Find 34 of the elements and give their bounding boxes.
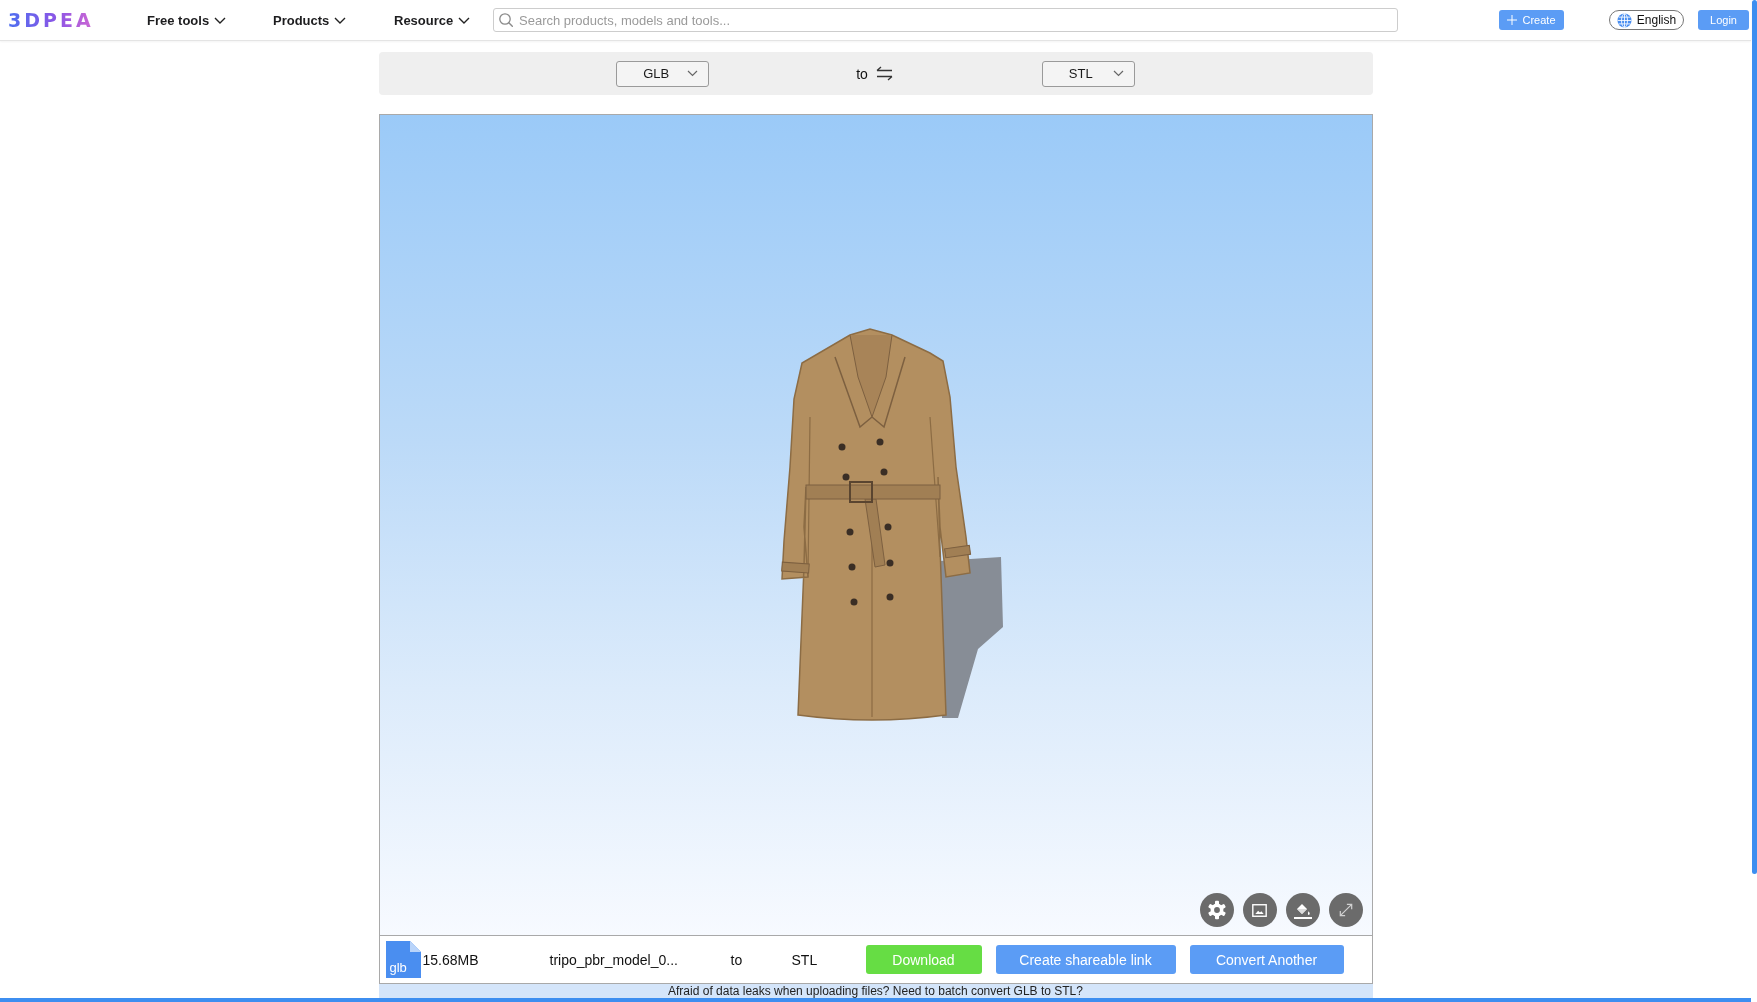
- target-format: STL: [791, 951, 819, 968]
- chevron-down-icon: [458, 16, 471, 24]
- fullscreen-button[interactable]: [1328, 893, 1363, 927]
- vertical-scrollbar-thumb[interactable]: [1752, 0, 1757, 874]
- nav-menu-item[interactable]: Products: [273, 12, 347, 28]
- paint-button[interactable]: [1285, 893, 1320, 927]
- caret-icon: [1112, 70, 1124, 77]
- swap-icon[interactable]: [875, 66, 893, 81]
- chevron-down-icon: [334, 16, 347, 24]
- settings-button[interactable]: [1199, 893, 1234, 927]
- separator-text: to: [856, 65, 868, 82]
- nav-menu-item[interactable]: Resource: [394, 12, 471, 28]
- background-button[interactable]: [1242, 893, 1277, 927]
- image-icon: [1252, 903, 1267, 917]
- search-field[interactable]: Search products, models and tools...: [493, 8, 1398, 32]
- horizontal-scrollbar-thumb[interactable]: [0, 998, 1751, 1002]
- file-type-label: glb: [389, 961, 407, 975]
- search-icon: [499, 13, 513, 27]
- caret-icon: [687, 70, 699, 77]
- separator-text: to: [730, 951, 744, 968]
- paint-bucket-icon: [1293, 901, 1312, 919]
- plus-icon: [1507, 15, 1518, 25]
- expand-icon: [1338, 903, 1353, 917]
- source-format-select[interactable]: GLB: [616, 60, 710, 87]
- file-icon: [385, 941, 421, 978]
- file-size: 15.68MB: [422, 951, 480, 968]
- nav-menu-item[interactable]: Free tools: [147, 12, 227, 28]
- language-selector[interactable]: English: [1609, 10, 1684, 30]
- settings-icon: [1206, 900, 1227, 920]
- faq-heading: Afraid of data leaks when uploading files? Need to batch convert GLB to STL?: [668, 984, 1083, 998]
- chevron-down-icon: [214, 16, 227, 24]
- target-format-select[interactable]: STL: [1041, 60, 1135, 87]
- file-name: tripo_pbr_model_0...: [549, 951, 679, 968]
- globe-icon: [1616, 12, 1632, 28]
